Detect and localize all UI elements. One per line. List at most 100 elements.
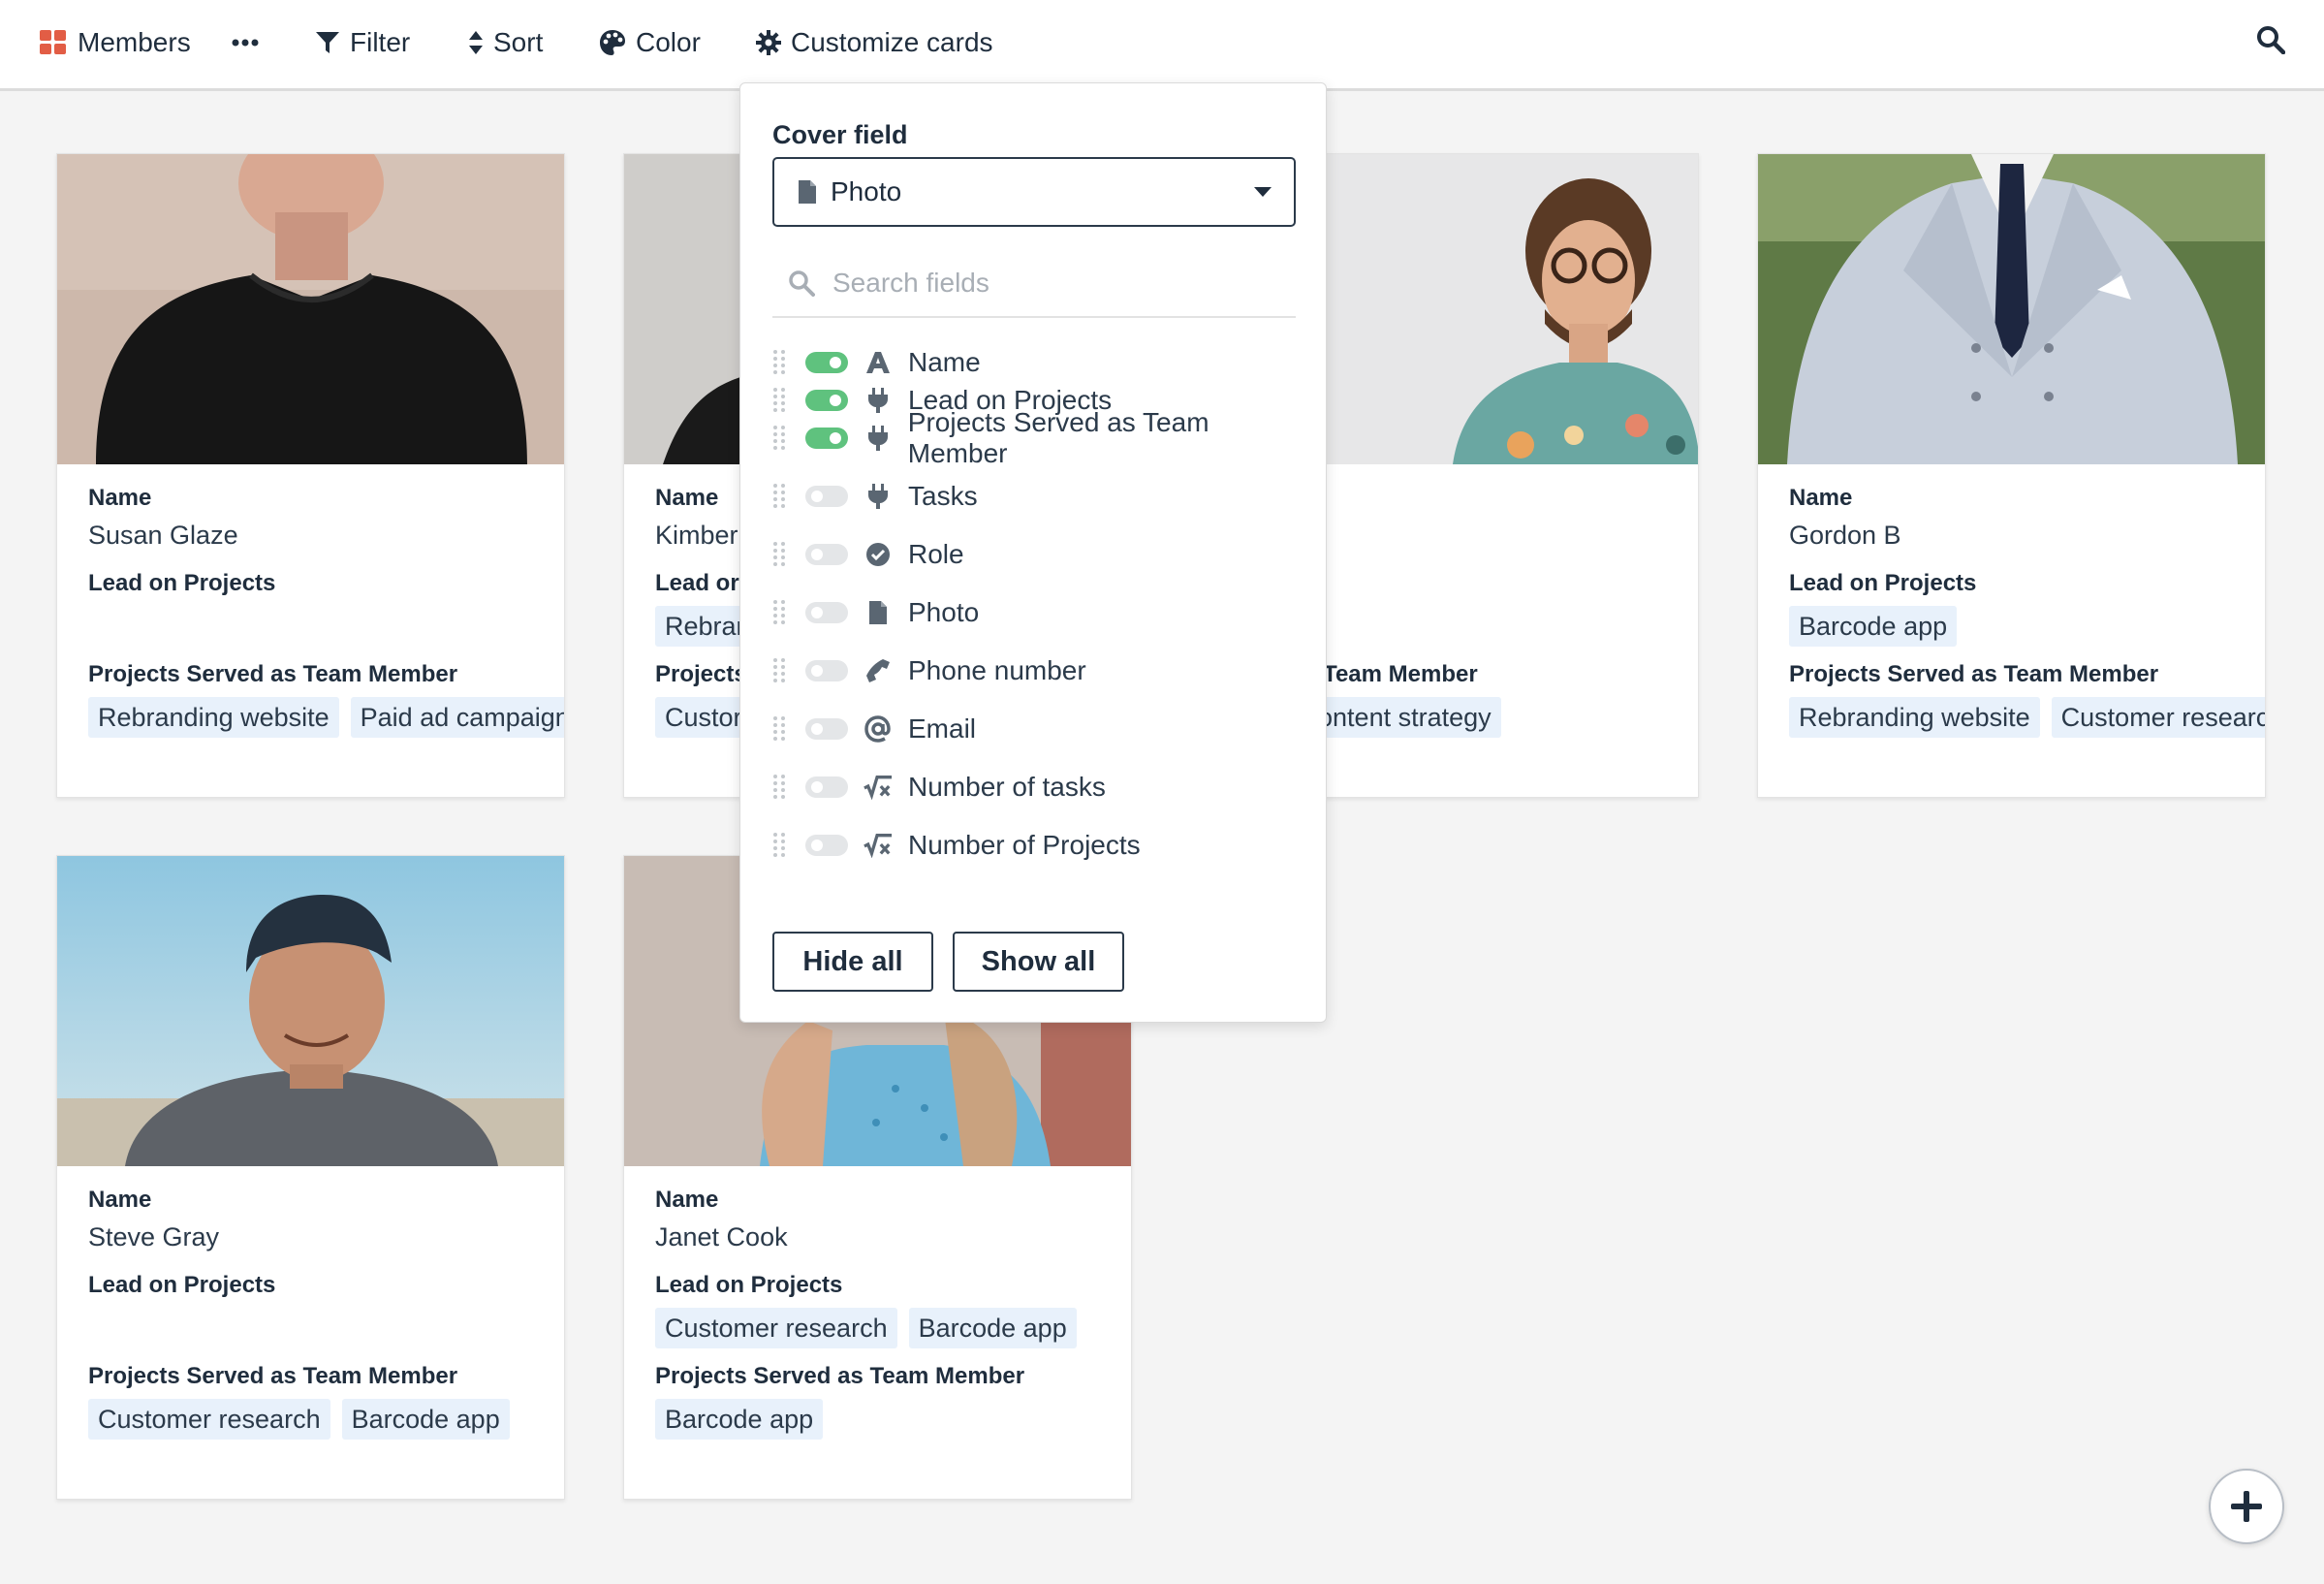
field-toggle[interactable] (805, 835, 848, 856)
member-card[interactable]: Name Susan Glaze Lead on Projects Projec… (56, 153, 565, 798)
cover-photo (1758, 154, 2265, 464)
drag-handle-icon[interactable] (772, 386, 786, 415)
hide-all-button[interactable]: Hide all (772, 932, 933, 992)
link-plug-icon (864, 386, 893, 415)
field-label: Projects Served as Team Member (655, 1363, 1025, 1389)
field-toggle[interactable] (805, 660, 848, 681)
phone-icon (864, 656, 893, 685)
member-name: Gordon B (1789, 521, 1901, 550)
view-name: Members (78, 27, 191, 57)
file-icon (799, 180, 816, 204)
search-fields (772, 250, 1296, 318)
link-plug-icon (864, 424, 893, 453)
member-card[interactable]: Name Gordon B Lead on Projects Barcode a… (1757, 153, 2266, 798)
drag-handle-icon[interactable] (772, 773, 786, 802)
project-chip[interactable]: Paid ad campaign (350, 697, 564, 738)
field-label: Lead on Projects (88, 570, 276, 596)
field-label: Email (908, 713, 977, 744)
field-label: Tasks (908, 481, 978, 511)
chevron-down-icon (1254, 187, 1272, 197)
filter-button[interactable]: Filter (315, 21, 410, 64)
filter-icon (316, 32, 339, 53)
field-label: Phone number (908, 655, 1086, 685)
field-row-projects-served[interactable]: Projects Served as Team Member (772, 407, 1315, 468)
ellipsis-icon (232, 39, 259, 47)
search-icon (789, 270, 815, 297)
field-row-email[interactable]: Email (772, 705, 1315, 753)
search-fields-input[interactable] (832, 268, 1259, 299)
gear-icon (756, 30, 781, 55)
field-row-number-of-tasks[interactable]: Number of tasks (772, 763, 1315, 811)
field-toggle[interactable] (804, 428, 848, 449)
field-label: Lead on Projects (88, 1272, 276, 1298)
project-chip[interactable]: Custor (655, 697, 752, 738)
field-label: Projects Served as Team Member (1789, 661, 2159, 687)
field-label: Lead on Projects (1789, 570, 1977, 596)
field-row-role[interactable]: Role (772, 530, 1315, 579)
drag-handle-icon[interactable] (772, 348, 786, 377)
field-toggle[interactable] (805, 544, 848, 565)
more-options-button[interactable] (231, 21, 260, 64)
customize-cards-button[interactable]: Customize cards (756, 21, 993, 64)
plus-icon (2231, 1491, 2262, 1522)
file-icon (864, 598, 893, 627)
drag-handle-icon[interactable] (772, 482, 786, 511)
field-label: Name (908, 347, 981, 377)
cover-photo (57, 856, 564, 1166)
drag-handle-icon[interactable] (772, 598, 786, 627)
member-card[interactable]: Name Steve Gray Lead on Projects Project… (56, 855, 565, 1500)
field-toggle[interactable] (805, 486, 848, 507)
empty-value (88, 1302, 564, 1360)
drag-handle-icon[interactable] (772, 656, 786, 685)
project-chip[interactable]: Barcode app (655, 1399, 824, 1440)
link-plug-icon (864, 482, 893, 511)
cover-field-select[interactable]: Photo (772, 157, 1296, 227)
field-row-photo[interactable]: Photo (772, 588, 1315, 637)
project-chip[interactable]: Rebranding website (1789, 697, 2040, 738)
project-chip[interactable]: Customer research (655, 1308, 897, 1348)
field-toggle[interactable] (805, 390, 848, 411)
field-row-tasks[interactable]: Tasks (772, 472, 1315, 521)
field-label: Name (88, 485, 152, 511)
field-label: Projects Served as Team Member (88, 1363, 458, 1389)
project-chip[interactable]: Barcode app (908, 1308, 1077, 1348)
field-toggle[interactable] (805, 718, 848, 740)
sort-button[interactable]: Sort (468, 21, 543, 64)
field-label: Role (908, 539, 964, 569)
drag-handle-icon[interactable] (772, 714, 786, 744)
customize-cards-label: Customize cards (791, 27, 993, 57)
project-chip[interactable]: Barcode app (341, 1399, 510, 1440)
field-label: Name (88, 1187, 152, 1213)
formula-icon (864, 831, 893, 860)
project-chip[interactable]: Customer research (88, 1399, 330, 1440)
cover-field-label: Cover field (772, 120, 908, 149)
drag-handle-icon[interactable] (772, 424, 786, 453)
field-label: Number of Projects (908, 830, 1141, 860)
drag-handle-icon[interactable] (772, 831, 786, 860)
drag-handle-icon[interactable] (772, 540, 786, 569)
project-chip[interactable]: Barcode app (1789, 606, 1958, 647)
view-switcher[interactable]: Members (39, 21, 191, 64)
field-toggle[interactable] (805, 776, 848, 798)
field-label: Projects Served as Team Member (88, 661, 458, 687)
field-row-number-of-projects[interactable]: Number of Projects (772, 821, 1315, 870)
filter-label: Filter (350, 27, 411, 57)
field-label: Photo (908, 597, 980, 627)
field-label: Name (1789, 485, 1853, 511)
customize-cards-panel: Cover field Photo Name Lead on Projects … (739, 82, 1327, 1023)
member-name: Steve Gray (88, 1222, 220, 1251)
search-button[interactable] (2256, 25, 2286, 59)
show-all-button[interactable]: Show all (953, 932, 1124, 992)
cover-photo (57, 154, 564, 464)
palette-icon (600, 30, 625, 55)
sort-label: Sort (493, 27, 544, 57)
color-button[interactable]: Color (599, 21, 701, 64)
project-chip[interactable]: Rebranding website (88, 697, 339, 738)
member-name: Susan Glaze (88, 521, 238, 550)
field-row-phone-number[interactable]: Phone number (772, 647, 1315, 695)
field-toggle[interactable] (805, 602, 848, 623)
field-toggle[interactable] (805, 352, 848, 373)
project-chip[interactable]: Customer researc (2051, 697, 2265, 738)
cover-field-value: Photo (831, 176, 902, 206)
add-record-button[interactable] (2209, 1469, 2284, 1544)
